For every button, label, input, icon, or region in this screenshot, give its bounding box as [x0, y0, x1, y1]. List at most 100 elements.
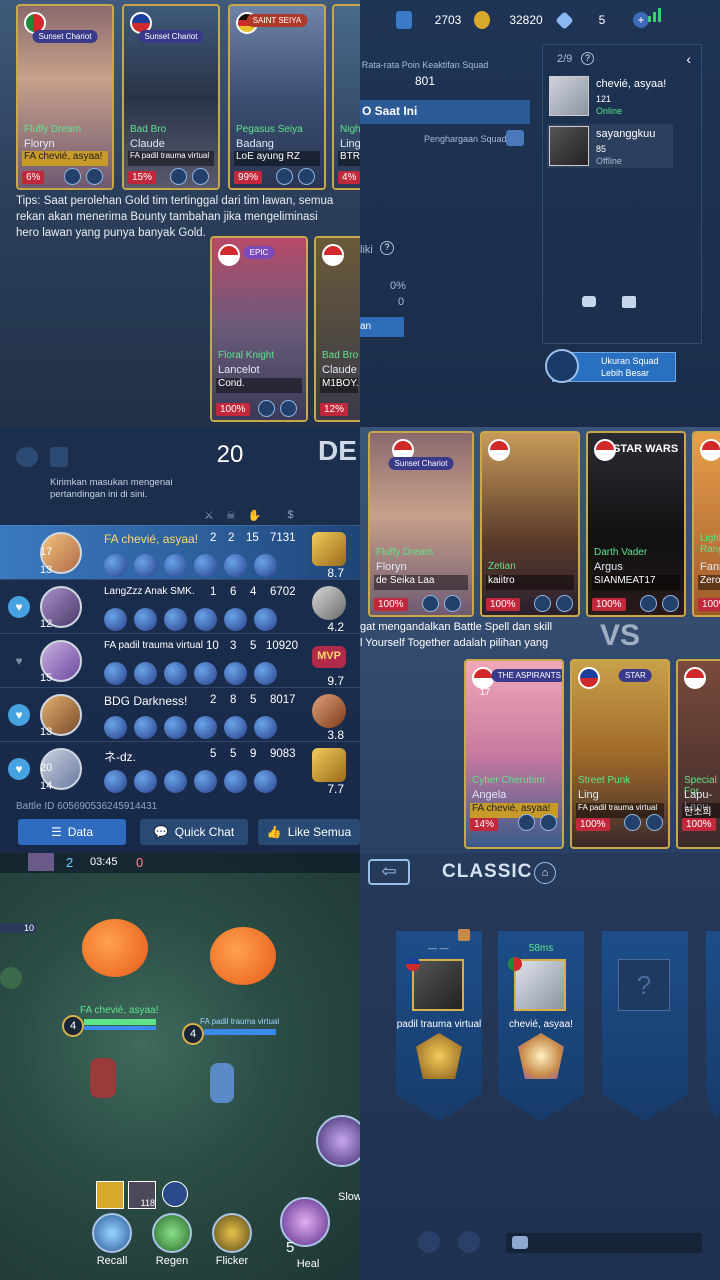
chat-icon: 💬 — [153, 825, 169, 839]
item-list — [104, 662, 277, 685]
emblem-icon — [276, 168, 293, 185]
item-icon[interactable] — [96, 1181, 124, 1209]
skin-series-badge: THE ASPIRANTS — [491, 669, 562, 682]
item-list — [104, 716, 277, 739]
friend-status: Online — [596, 106, 623, 116]
hero-card: SAINT SEIYA Pegasus Seiya Badang LoE ayu… — [228, 4, 326, 190]
spell-icon — [192, 168, 209, 185]
kills: 2 — [210, 532, 217, 544]
player-name: Cond. — [216, 378, 302, 393]
data-button[interactable]: ☰ Data — [18, 819, 126, 845]
replay-icon[interactable] — [16, 447, 38, 467]
chevron-left-icon[interactable]: ‹ — [686, 51, 691, 67]
table-row[interactable]: ♥ 20 14 ネ-dz. 5 5 9 9083 7.7 — [0, 741, 360, 796]
load-percent: 99% — [234, 171, 263, 184]
assists: 15 — [246, 532, 259, 544]
spell-icon — [662, 595, 679, 612]
skin-name: Cyber Cherubim — [472, 775, 545, 786]
friend-name: sayanggkuu — [596, 128, 656, 140]
emblem-icon — [258, 400, 275, 417]
section-header: O Saat Ini — [360, 100, 530, 124]
hero-name: Angela — [472, 789, 507, 801]
table-row[interactable]: 17 13 FA chevié, asyaa! 2 2 15 7131 8.7 — [0, 525, 360, 580]
slow-skill-button[interactable] — [316, 1115, 360, 1167]
signal-icon — [648, 6, 662, 22]
friend-item-online[interactable]: chevié, asyaa! 121 Online — [547, 74, 673, 118]
back-arrow-icon[interactable]: ⇦ — [368, 859, 410, 885]
add-diamond-button[interactable]: + — [633, 12, 649, 28]
diamond-counter: 5 + — [555, 10, 649, 30]
gold: 10920 — [266, 640, 298, 652]
notes-icon[interactable] — [50, 447, 68, 467]
player-name: Zero. — [698, 575, 720, 590]
heart-icon[interactable]: ♥ — [8, 704, 30, 726]
rank-value: 15 — [40, 672, 53, 684]
gift-icon[interactable] — [506, 130, 524, 146]
hero-card: Sunset Chariot Fluffy Dream Floryn FA ch… — [16, 4, 114, 190]
help-icon[interactable]: ? — [581, 52, 594, 65]
speaker-mute-icon[interactable] — [418, 1231, 440, 1253]
like-all-button[interactable]: 👍 Like Semua — [258, 819, 360, 845]
player-name: de Seika Laa — [374, 575, 468, 590]
empty-slot-icon[interactable]: ? — [618, 959, 670, 1011]
skin-name: Night — [340, 124, 360, 135]
heart-icon[interactable]: ♥ — [8, 758, 30, 780]
item-list — [104, 554, 277, 577]
chest-icon — [458, 929, 470, 941]
table-row[interactable]: ♥ 12 LangZzz Anak SMK. 1 6 4 6702 4.2 — [0, 579, 360, 634]
hero-name: Fanny — [700, 561, 720, 573]
skin-name: Fluffy Dream — [24, 124, 82, 135]
versus-loading-panel: Sunset Chariot Fluffy Dream Floryn de Se… — [360, 427, 720, 853]
gold-icon: $ — [287, 509, 294, 521]
emblem-icon — [518, 814, 535, 831]
heart-icon[interactable]: ♥ — [8, 596, 30, 618]
flag-icon — [700, 439, 720, 461]
home-icon[interactable]: ⌂ — [534, 862, 556, 884]
silver-medal-icon — [312, 586, 346, 620]
vs-label: VS — [600, 619, 641, 652]
action-button[interactable]: an — [360, 317, 404, 337]
player-name: BTR D — [338, 151, 360, 166]
gold-medal-icon — [312, 748, 346, 782]
skin-name: Bad Bro — [130, 124, 167, 135]
friend-item-offline[interactable]: sayanggkuu 85 Offline — [547, 124, 673, 168]
player1-name: padil trauma virtual — [396, 1019, 482, 1030]
item-count[interactable]: 118 — [128, 1181, 156, 1209]
gold: 6702 — [270, 586, 296, 598]
regen-button[interactable] — [152, 1213, 192, 1253]
hero-card: Night Ling BTR D 4% — [332, 4, 360, 190]
player-name: kaiitro — [486, 575, 574, 590]
heart-icon[interactable]: ♥ — [8, 650, 30, 672]
ticket-value: 2703 — [434, 13, 462, 27]
flag-icon — [488, 439, 510, 461]
enemy-kills: 0 — [136, 855, 144, 870]
flicker-button[interactable] — [212, 1213, 252, 1253]
recall-button[interactable] — [92, 1213, 132, 1253]
table-row[interactable]: ♥ 13 BDG Darkness! 2 8 5 8017 3.8 — [0, 687, 360, 742]
ticket-icon — [396, 11, 412, 29]
emblem-icon — [640, 595, 657, 612]
squad-size-line1: Ukuran Squad — [601, 356, 659, 366]
squad-size-button[interactable]: Ukuran Squad Lebih Besar — [545, 349, 676, 383]
shop-icon[interactable] — [162, 1181, 188, 1207]
chat-input[interactable] — [506, 1233, 702, 1253]
add-friend-icon[interactable] — [622, 296, 636, 308]
mvp-badge: MVP — [312, 646, 346, 668]
quick-chat-button[interactable]: 💬 Quick Chat — [140, 819, 248, 845]
thumbs-up-icon: 👍 — [266, 825, 282, 839]
pct-value: 0% — [390, 280, 406, 292]
skin-series-badge: Sunset Chariot — [32, 30, 98, 43]
player-name: M1BOY. — [320, 378, 358, 393]
player-name: FA chevié, asyaa! — [104, 532, 199, 546]
skin-series-badge: SAINT SEIYA — [246, 14, 308, 27]
hero-sprite — [90, 1058, 116, 1098]
item-list — [104, 770, 277, 793]
player-name: FA padil trauma virtual — [104, 640, 203, 651]
chat-icon[interactable] — [582, 296, 596, 307]
friend-name: chevié, asyaa! — [596, 78, 667, 90]
mic-mute-icon[interactable] — [458, 1231, 480, 1253]
rank-value: 14 — [40, 780, 53, 792]
help-icon[interactable]: ? — [380, 241, 394, 255]
in-game-panel: 2 03:45 0 10 4 FA chevié, asyaa! 4 FA pa… — [0, 853, 360, 1280]
table-row[interactable]: ♥ 15 FA padil trauma virtual 10 3 5 1092… — [0, 633, 360, 688]
